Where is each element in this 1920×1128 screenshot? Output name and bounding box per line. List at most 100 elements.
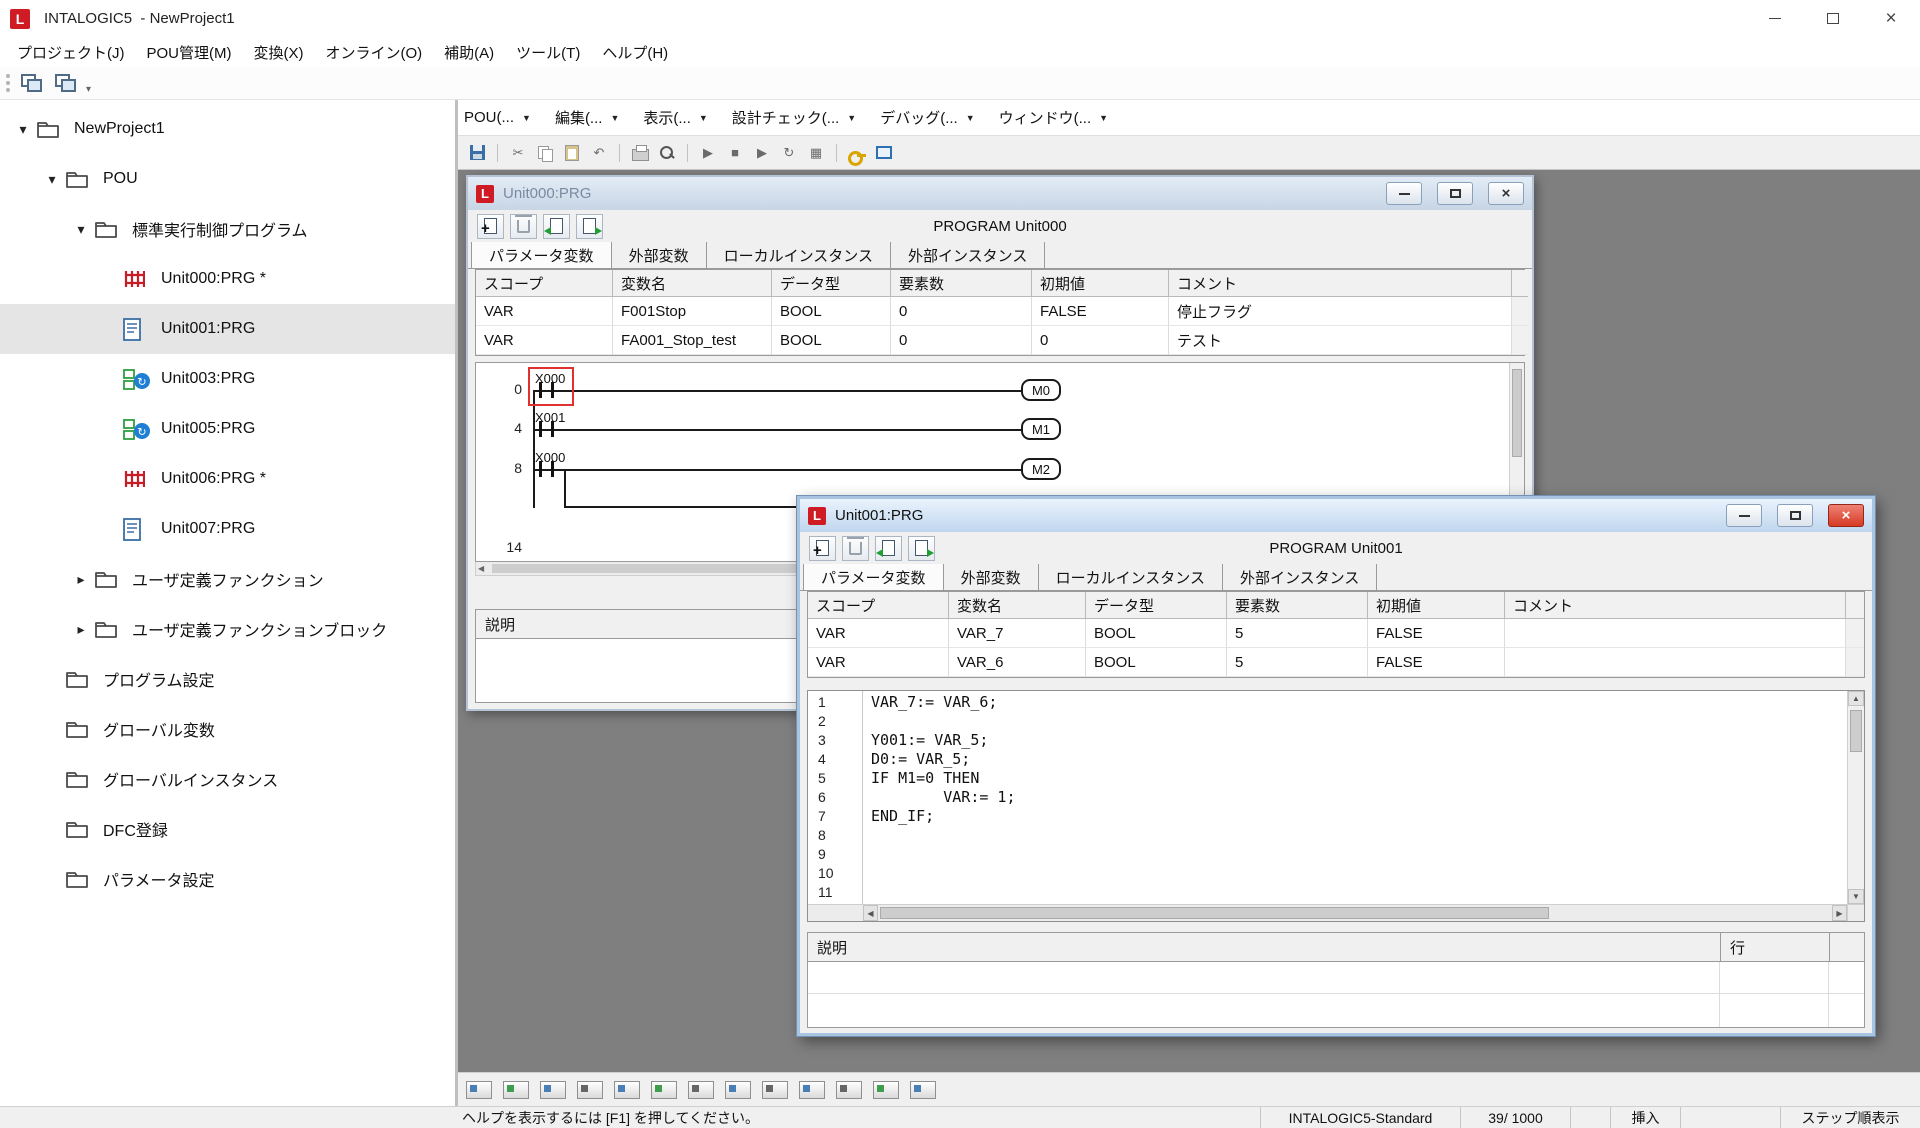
tree-item-dfc-registration[interactable]: DFC登録 bbox=[0, 804, 455, 854]
ladder-coil[interactable]: M0 bbox=[1021, 379, 1061, 401]
tree-item-unit000[interactable]: Unit000:PRG * bbox=[0, 254, 455, 304]
cell-type[interactable]: BOOL bbox=[1086, 619, 1227, 648]
expand-arrow-icon[interactable]: ▸ bbox=[68, 571, 94, 588]
undo-icon[interactable]: ↶ bbox=[588, 142, 610, 164]
tab-external-instances[interactable]: 外部インスタンス bbox=[891, 242, 1045, 268]
tree-item-user-function[interactable]: ▸ ユーザ定義ファンクション bbox=[0, 554, 455, 604]
status-tool-icon-11[interactable] bbox=[836, 1081, 862, 1099]
cell-initial[interactable]: FALSE bbox=[1032, 297, 1169, 326]
status-tool-icon-12[interactable] bbox=[873, 1081, 899, 1099]
menu-assist[interactable]: 補助(A) bbox=[433, 38, 505, 67]
delete-variable-button[interactable] bbox=[842, 536, 869, 561]
tree-item-unit007[interactable]: Unit007:PRG bbox=[0, 504, 455, 554]
tree-item-unit005[interactable]: ↻ Unit005:PRG bbox=[0, 404, 455, 454]
print-preview-icon[interactable] bbox=[656, 142, 678, 164]
col-header-type[interactable]: データ型 bbox=[1086, 592, 1227, 619]
cell-scope[interactable]: VAR bbox=[808, 619, 949, 648]
status-tool-icon-10[interactable] bbox=[799, 1081, 825, 1099]
editor-horizontal-scrollbar[interactable]: ◀ ▶ bbox=[863, 904, 1847, 921]
tree-item-pou[interactable]: ▾ POU bbox=[0, 154, 455, 204]
col-header-initial[interactable]: 初期値 bbox=[1032, 270, 1169, 297]
maximize-button[interactable] bbox=[1804, 0, 1862, 37]
export-variables-button[interactable] bbox=[576, 214, 603, 239]
minimize-button[interactable] bbox=[1726, 504, 1762, 527]
tree-item-parameter-settings[interactable]: パラメータ設定 bbox=[0, 854, 455, 904]
import-variables-button[interactable] bbox=[543, 214, 570, 239]
col-header-elements[interactable]: 要素数 bbox=[1227, 592, 1368, 619]
add-variable-button[interactable]: + bbox=[477, 214, 504, 239]
export-variables-button[interactable] bbox=[908, 536, 935, 561]
status-tool-icon-3[interactable] bbox=[540, 1081, 566, 1099]
ladder-coil[interactable]: M1 bbox=[1021, 418, 1061, 440]
toolbar-grip[interactable] bbox=[6, 74, 10, 92]
status-tool-icon-6[interactable] bbox=[651, 1081, 677, 1099]
col-header-scope[interactable]: スコープ bbox=[476, 270, 613, 297]
col-header-elements[interactable]: 要素数 bbox=[891, 270, 1032, 297]
col-header-initial[interactable]: 初期値 bbox=[1368, 592, 1505, 619]
cell-name[interactable]: VAR_7 bbox=[949, 619, 1086, 648]
add-variable-button[interactable]: + bbox=[809, 536, 836, 561]
scrollbar-thumb[interactable] bbox=[880, 907, 1549, 919]
cell-elements[interactable]: 0 bbox=[891, 326, 1032, 355]
menu-project[interactable]: プロジェクト(J) bbox=[6, 38, 136, 67]
mdi-menu-debug[interactable]: デバッグ(...▼ bbox=[880, 107, 974, 128]
minimize-button[interactable] bbox=[1386, 182, 1422, 205]
tab-parameter-variables[interactable]: パラメータ変数 bbox=[471, 242, 612, 268]
mdi-menu-window[interactable]: ウィンドウ(...▼ bbox=[999, 107, 1108, 128]
cell-name[interactable]: VAR_6 bbox=[949, 648, 1086, 677]
grid-icon[interactable]: ▦ bbox=[805, 142, 827, 164]
col-header-type[interactable]: データ型 bbox=[772, 270, 891, 297]
menu-convert[interactable]: 変換(X) bbox=[243, 38, 315, 67]
tab-local-instances[interactable]: ローカルインスタンス bbox=[1039, 564, 1223, 590]
cell-elements[interactable]: 5 bbox=[1227, 648, 1368, 677]
menu-pou-manage[interactable]: POU管理(M) bbox=[136, 38, 243, 67]
tree-item-unit001[interactable]: Unit001:PRG bbox=[0, 304, 455, 354]
mdi-menu-pou[interactable]: POU(...▼ bbox=[464, 109, 531, 126]
status-tool-icon-1[interactable] bbox=[466, 1081, 492, 1099]
cell-type[interactable]: BOOL bbox=[772, 326, 891, 355]
tree-item-user-function-block[interactable]: ▸ ユーザ定義ファンクションブロック bbox=[0, 604, 455, 654]
cut-icon[interactable]: ✂ bbox=[507, 142, 529, 164]
run-icon[interactable]: ▶ bbox=[697, 142, 719, 164]
tree-item-unit006[interactable]: Unit006:PRG * bbox=[0, 454, 455, 504]
col-header-name[interactable]: 変数名 bbox=[613, 270, 772, 297]
ladder-contact[interactable] bbox=[539, 421, 554, 437]
scrollbar-thumb[interactable] bbox=[1512, 369, 1522, 457]
paste-icon[interactable] bbox=[561, 142, 583, 164]
expand-arrow-icon[interactable]: ▾ bbox=[68, 221, 94, 238]
key-icon[interactable] bbox=[846, 142, 868, 164]
cascade-windows-icon[interactable] bbox=[52, 71, 78, 95]
cell-initial[interactable]: FALSE bbox=[1368, 619, 1505, 648]
cell-comment[interactable]: 停止フラグ bbox=[1169, 297, 1512, 326]
status-tool-icon-2[interactable] bbox=[503, 1081, 529, 1099]
scroll-left-icon[interactable]: ◀ bbox=[478, 564, 484, 573]
ladder-contact[interactable] bbox=[539, 461, 554, 477]
col-header-name[interactable]: 変数名 bbox=[949, 592, 1086, 619]
scroll-left-icon[interactable]: ◀ bbox=[863, 905, 878, 921]
tab-local-instances[interactable]: ローカルインスタンス bbox=[707, 242, 891, 268]
close-button[interactable]: × bbox=[1488, 182, 1524, 205]
maximize-button[interactable] bbox=[1777, 504, 1813, 527]
unit001-titlebar[interactable]: L Unit001:PRG × bbox=[800, 499, 1872, 532]
col-header-scope[interactable]: スコープ bbox=[808, 592, 949, 619]
editor-vertical-scrollbar[interactable]: ▲ ▼ bbox=[1847, 691, 1864, 904]
tab-external-instances[interactable]: 外部インスタンス bbox=[1223, 564, 1377, 590]
toolbar-overflow-icon[interactable]: ▾ bbox=[86, 84, 91, 95]
cell-elements[interactable]: 5 bbox=[1227, 619, 1368, 648]
cell-name[interactable]: F001Stop bbox=[613, 297, 772, 326]
print-icon[interactable] bbox=[629, 142, 651, 164]
menu-tools[interactable]: ツール(T) bbox=[505, 38, 591, 67]
unit000-titlebar[interactable]: L Unit000:PRG × bbox=[468, 177, 1532, 210]
menu-online[interactable]: オンライン(O) bbox=[315, 38, 434, 67]
mdi-menu-view[interactable]: 表示(...▼ bbox=[643, 107, 707, 128]
mdi-menu-design-check[interactable]: 設計チェック(...▼ bbox=[732, 107, 856, 128]
cell-type[interactable]: BOOL bbox=[1086, 648, 1227, 677]
tab-external-variables[interactable]: 外部変数 bbox=[944, 564, 1039, 590]
ladder-coil[interactable]: M2 bbox=[1021, 458, 1061, 480]
app-titlebar[interactable]: L INTALOGIC5 - NewProject1 × bbox=[0, 0, 1920, 37]
menu-help[interactable]: ヘルプ(H) bbox=[591, 38, 679, 67]
status-tool-icon-4[interactable] bbox=[577, 1081, 603, 1099]
cell-comment[interactable] bbox=[1505, 619, 1846, 648]
expand-arrow-icon[interactable]: ▸ bbox=[68, 621, 94, 638]
cell-initial[interactable]: 0 bbox=[1032, 326, 1169, 355]
